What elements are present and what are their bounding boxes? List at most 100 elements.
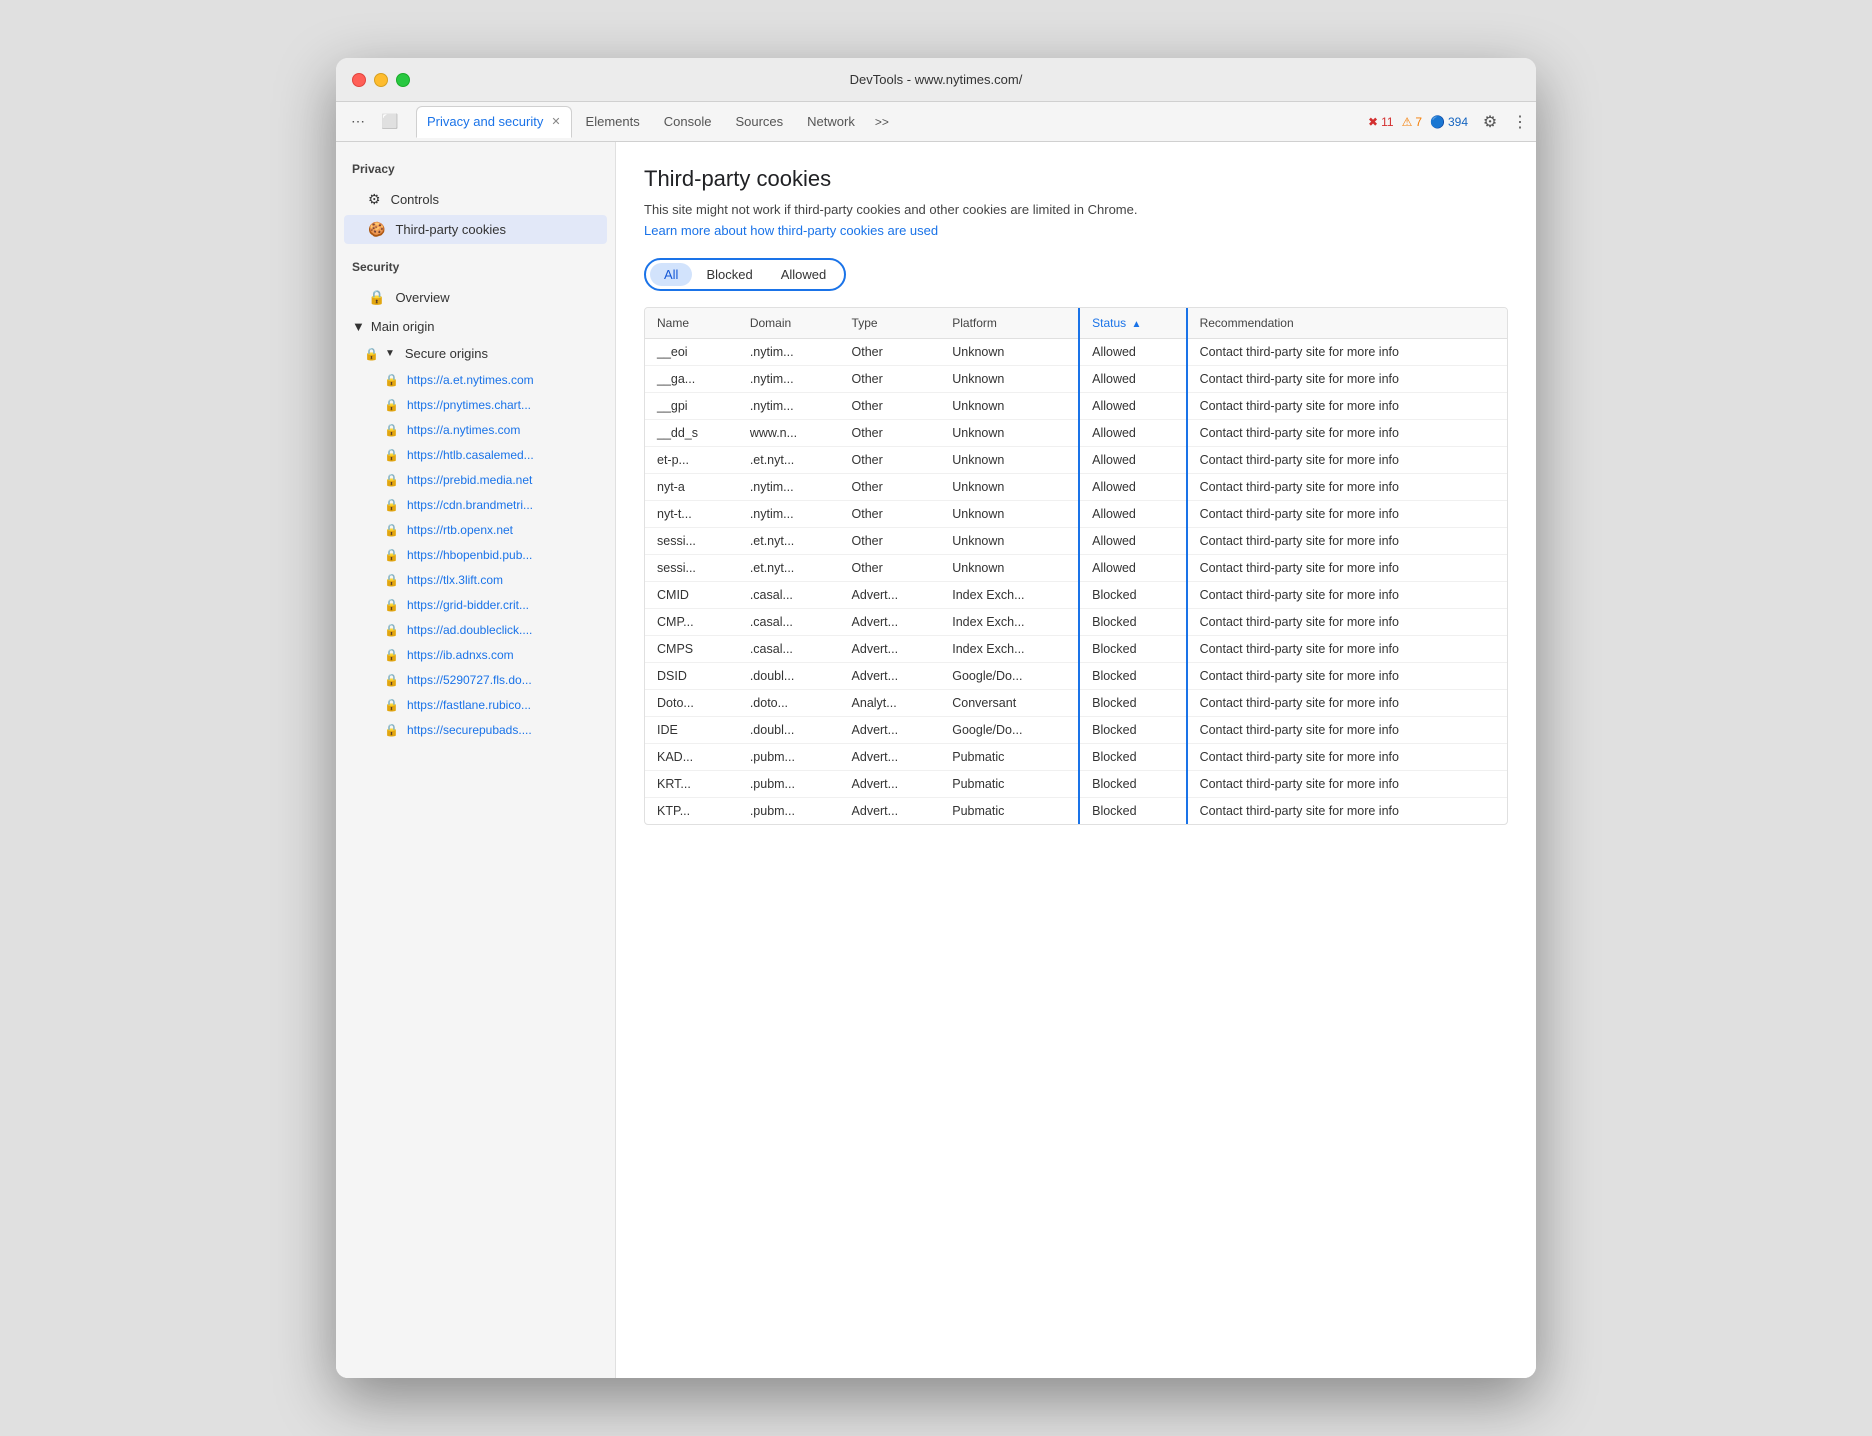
tab-sources-label: Sources xyxy=(735,114,783,129)
table-row[interactable]: KAD... .pubm... Advert... Pubmatic Block… xyxy=(645,744,1507,771)
tab-close-icon[interactable]: ✕ xyxy=(551,115,560,128)
table-row[interactable]: __dd_s www.n... Other Unknown Allowed Co… xyxy=(645,420,1507,447)
cell-type-17: Advert... xyxy=(840,798,941,825)
table-row[interactable]: __gpi .nytim... Other Unknown Allowed Co… xyxy=(645,393,1507,420)
cell-name-7: sessi... xyxy=(645,528,738,555)
info-badge: 🔵 394 xyxy=(1430,115,1468,129)
table-row[interactable]: __eoi .nytim... Other Unknown Allowed Co… xyxy=(645,339,1507,366)
device-icon[interactable]: ⬜ xyxy=(376,108,404,136)
lock-icon-7: 🔒 xyxy=(384,548,399,562)
table-row[interactable]: IDE .doubl... Advert... Google/Do... Blo… xyxy=(645,717,1507,744)
cell-status-13: Blocked xyxy=(1079,690,1186,717)
table-row[interactable]: et-p... .et.nyt... Other Unknown Allowed… xyxy=(645,447,1507,474)
table-row[interactable]: nyt-a .nytim... Other Unknown Allowed Co… xyxy=(645,474,1507,501)
maximize-button[interactable] xyxy=(396,73,410,87)
cell-platform-6: Unknown xyxy=(940,501,1079,528)
cell-platform-17: Pubmatic xyxy=(940,798,1079,825)
cell-platform-11: Index Exch... xyxy=(940,636,1079,663)
sidebar-origin-7[interactable]: 🔒 https://hbopenbid.pub... xyxy=(352,543,607,567)
sidebar-main-origin-expandable[interactable]: ▼ Main origin xyxy=(336,313,615,340)
cookies-table-container: Name Domain Type Platform Status ▲ Recom… xyxy=(644,307,1508,825)
table-row[interactable]: CMPS .casal... Advert... Index Exch... B… xyxy=(645,636,1507,663)
cell-domain-15: .pubm... xyxy=(738,744,840,771)
origin-6-label: https://rtb.openx.net xyxy=(407,523,513,537)
filter-allowed-button[interactable]: Allowed xyxy=(767,263,841,286)
table-row[interactable]: sessi... .et.nyt... Other Unknown Allowe… xyxy=(645,555,1507,582)
sidebar-origin-9[interactable]: 🔒 https://grid-bidder.crit... xyxy=(352,593,607,617)
sidebar-origin-6[interactable]: 🔒 https://rtb.openx.net xyxy=(352,518,607,542)
tab-bar: ⋯ ⬜ Privacy and security ✕ Elements Cons… xyxy=(336,102,1536,142)
table-row[interactable]: sessi... .et.nyt... Other Unknown Allowe… xyxy=(645,528,1507,555)
origin-9-label: https://grid-bidder.crit... xyxy=(407,598,529,612)
lock-icon-8: 🔒 xyxy=(384,573,399,587)
cell-status-14: Blocked xyxy=(1079,717,1186,744)
error-icon: ✖ xyxy=(1368,115,1378,129)
cookies-table: Name Domain Type Platform Status ▲ Recom… xyxy=(645,308,1507,824)
sort-arrow-icon: ▲ xyxy=(1131,319,1141,330)
cell-recommendation-11: Contact third-party site for more info xyxy=(1187,636,1507,663)
table-row[interactable]: __ga... .nytim... Other Unknown Allowed … xyxy=(645,366,1507,393)
cell-status-12: Blocked xyxy=(1079,663,1186,690)
cell-platform-4: Unknown xyxy=(940,447,1079,474)
tab-network[interactable]: Network xyxy=(797,106,865,138)
filter-all-button[interactable]: All xyxy=(650,263,692,286)
tab-more-button[interactable]: >> xyxy=(869,111,895,133)
cell-type-4: Other xyxy=(840,447,941,474)
tab-right-controls: ✖ 11 ⚠ 7 🔵 394 ⚙ ⋮ xyxy=(1368,108,1528,136)
sidebar-origin-13[interactable]: 🔒 https://fastlane.rubico... xyxy=(352,693,607,717)
sidebar-origin-2[interactable]: 🔒 https://a.nytimes.com xyxy=(352,418,607,442)
table-row[interactable]: KTP... .pubm... Advert... Pubmatic Block… xyxy=(645,798,1507,825)
sidebar-origin-11[interactable]: 🔒 https://ib.adnxs.com xyxy=(352,643,607,667)
tab-console[interactable]: Console xyxy=(654,106,722,138)
cell-status-7: Allowed xyxy=(1079,528,1186,555)
title-bar: DevTools - www.nytimes.com/ xyxy=(336,58,1536,102)
sidebar-origin-12[interactable]: 🔒 https://5290727.fls.do... xyxy=(352,668,607,692)
cell-domain-5: .nytim... xyxy=(738,474,840,501)
sidebar-origin-1[interactable]: 🔒 https://pnytimes.chart... xyxy=(352,393,607,417)
cell-type-13: Analyt... xyxy=(840,690,941,717)
cell-type-5: Other xyxy=(840,474,941,501)
cell-recommendation-6: Contact third-party site for more info xyxy=(1187,501,1507,528)
minimize-button[interactable] xyxy=(374,73,388,87)
lock-icon-0: 🔒 xyxy=(384,373,399,387)
table-row[interactable]: nyt-t... .nytim... Other Unknown Allowed… xyxy=(645,501,1507,528)
sidebar-origin-8[interactable]: 🔒 https://tlx.3lift.com xyxy=(352,568,607,592)
arrow-icon2: ▼ xyxy=(385,348,395,359)
table-row[interactable]: DSID .doubl... Advert... Google/Do... Bl… xyxy=(645,663,1507,690)
more-options-icon[interactable]: ⋮ xyxy=(1512,112,1528,132)
sidebar-origin-14[interactable]: 🔒 https://securepubads.... xyxy=(352,718,607,742)
sidebar-item-controls[interactable]: ⚙ Controls xyxy=(344,185,607,214)
sidebar-origin-4[interactable]: 🔒 https://prebid.media.net xyxy=(352,468,607,492)
filter-blocked-button[interactable]: Blocked xyxy=(692,263,766,286)
lock-icon-10: 🔒 xyxy=(384,623,399,637)
cell-type-11: Advert... xyxy=(840,636,941,663)
inspect-icon[interactable]: ⋯ xyxy=(344,108,372,136)
cell-platform-14: Google/Do... xyxy=(940,717,1079,744)
table-row[interactable]: CMP... .casal... Advert... Index Exch...… xyxy=(645,609,1507,636)
tab-elements[interactable]: Elements xyxy=(576,106,650,138)
sidebar-origin-0[interactable]: 🔒 https://a.et.nytimes.com xyxy=(352,368,607,392)
cell-platform-7: Unknown xyxy=(940,528,1079,555)
cell-status-4: Allowed xyxy=(1079,447,1186,474)
sidebar-cookies-label: Third-party cookies xyxy=(395,222,506,237)
sidebar-item-third-party-cookies[interactable]: 🍪 Third-party cookies xyxy=(344,215,607,244)
sidebar-origin-5[interactable]: 🔒 https://cdn.brandmetri... xyxy=(352,493,607,517)
table-row[interactable]: Doto... .doto... Analyt... Conversant Bl… xyxy=(645,690,1507,717)
table-row[interactable]: CMID .casal... Advert... Index Exch... B… xyxy=(645,582,1507,609)
tab-sources[interactable]: Sources xyxy=(725,106,793,138)
tab-console-label: Console xyxy=(664,114,712,129)
close-button[interactable] xyxy=(352,73,366,87)
col-header-status[interactable]: Status ▲ xyxy=(1079,308,1186,339)
settings-icon[interactable]: ⚙ xyxy=(1476,108,1504,136)
learn-more-link[interactable]: Learn more about how third-party cookies… xyxy=(644,223,1508,238)
lock-icon-13: 🔒 xyxy=(384,698,399,712)
sidebar-item-overview[interactable]: 🔒 Overview xyxy=(344,283,607,312)
sidebar-origin-3[interactable]: 🔒 https://htlb.casalemed... xyxy=(352,443,607,467)
info-icon: 🔵 xyxy=(1430,115,1445,129)
sidebar-origin-10[interactable]: 🔒 https://ad.doubleclick.... xyxy=(352,618,607,642)
cell-status-17: Blocked xyxy=(1079,798,1186,825)
sidebar-secure-origins-expandable[interactable]: 🔒 ▼ Secure origins xyxy=(336,340,615,367)
lock-icon-2: 🔒 xyxy=(384,423,399,437)
table-row[interactable]: KRT... .pubm... Advert... Pubmatic Block… xyxy=(645,771,1507,798)
tab-privacy-security[interactable]: Privacy and security ✕ xyxy=(416,106,572,138)
